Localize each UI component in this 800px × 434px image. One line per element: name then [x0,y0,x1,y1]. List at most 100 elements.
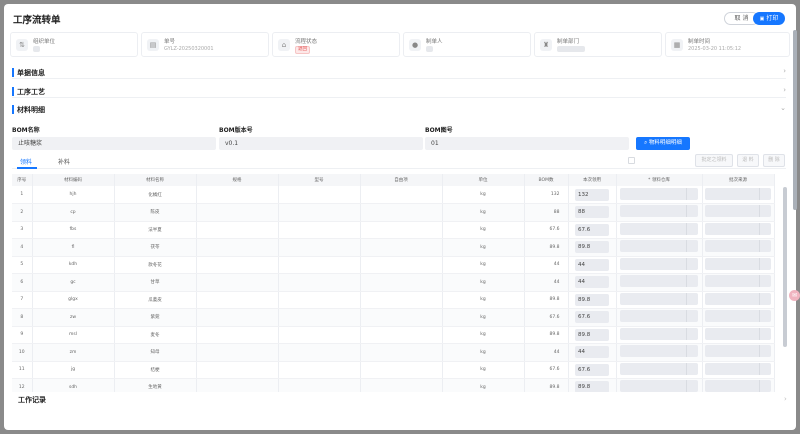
table-row[interactable]: 7 glgx 瓜蒌皮 kg 89.8 89.8 [12,291,775,309]
unit: kg [442,326,525,344]
qty-input[interactable]: 89.8 [575,293,609,306]
warehouse-select[interactable] [620,257,698,270]
warehouse-select[interactable] [620,275,698,288]
delete-button[interactable]: 删 除 [763,154,785,167]
dialog-header: 工序流转单 取 消 ▣ 打印 [4,4,796,32]
warehouse-select[interactable] [620,292,698,305]
table-row[interactable]: 12 sdh 生地黄 kg 89.8 89.8 [12,378,775,392]
material-name: 瓜蒌皮 [114,291,197,309]
section-materials[interactable]: 材料明细 ⌄ [12,103,786,116]
section-process[interactable]: 工序工艺 › [12,85,786,98]
warehouse-select[interactable] [620,222,698,235]
warehouse-select[interactable] [620,327,698,340]
bom-drawing-field[interactable]: 01 [425,137,629,150]
qty-input[interactable]: 44 [575,346,609,359]
bom-qty: 88 [524,203,569,222]
material-name: 桔梗 [114,361,197,379]
batch-select[interactable] [705,205,771,218]
warehouse-select[interactable] [620,345,698,358]
row-no: 8 [12,308,33,327]
qty-input[interactable]: 89.8 [575,241,609,254]
qty-input[interactable]: 44 [575,258,609,271]
warehouse-select[interactable] [620,205,698,218]
qty-input[interactable]: 44 [575,276,609,289]
chevron-down-icon: ⌄ [780,104,786,112]
info-label: 组织单位 [33,39,56,45]
warehouse-select[interactable] [620,310,698,323]
batch-select[interactable] [705,327,771,340]
tab-supplement[interactable]: 补料 [58,157,70,166]
qty-input[interactable]: 88 [575,206,609,219]
table-scrollbar[interactable] [783,187,787,347]
batch-select[interactable] [705,292,771,305]
bom-qty: 44 [524,273,569,292]
table-row[interactable]: 9 msl 麦冬 kg 89.8 89.8 [12,326,775,344]
qty-input[interactable]: 67.6 [575,311,609,324]
material-code: zw [32,308,115,327]
row-no: 3 [12,221,33,239]
batch-select[interactable] [705,380,771,392]
table-row[interactable]: 10 zm 知母 kg 44 44 [12,343,775,362]
qty-input[interactable]: 89.8 [575,381,609,392]
dept-icon: ♜ [540,39,552,51]
bom-name-field[interactable]: 止咳糖浆 [12,137,216,150]
info-value [557,46,585,53]
info-dept: ♜ 制单部门 [534,32,662,57]
table-row[interactable]: 3 fbs 法半夏 kg 67.6 67.6 [12,221,775,239]
select-material-button[interactable]: ⌕ 物料明细明细 [636,137,690,150]
batch-select[interactable] [705,362,771,375]
batch-requisition-button[interactable]: 批定之领料 [695,154,733,167]
warehouse-select[interactable] [620,187,698,200]
warehouse-select[interactable] [620,240,698,253]
info-label: 制单部门 [557,39,580,45]
select-checkbox[interactable] [628,157,635,164]
table-row[interactable]: 5 kdh 款冬花 kg 44 44 [12,256,775,274]
return-button[interactable]: 退 料 [737,154,759,167]
table-row[interactable]: 8 zw 紫菀 kg 67.6 67.6 [12,308,775,327]
bom-version-field[interactable]: v0.1 [219,137,423,150]
batch-select[interactable] [705,240,771,253]
row-no: 2 [12,203,33,222]
unit: kg [442,221,525,239]
table-row[interactable]: 6 gc 甘草 kg 44 44 [12,273,775,292]
section-next[interactable]: 工作记录 [18,395,46,405]
print-button[interactable]: ▣ 打印 [753,12,785,25]
unit: kg [442,343,525,362]
table-row[interactable]: 2 cp 陈皮 kg 88 88 [12,203,775,222]
batch-select[interactable] [705,345,771,358]
material-code: zm [32,343,115,362]
batch-select[interactable] [705,187,771,200]
material-tabs: 领料 补料 [12,154,786,169]
batch-select[interactable] [705,222,771,235]
row-no: 12 [12,378,33,392]
section-doc-info[interactable]: 单据信息 › [12,66,786,79]
tab-requisition[interactable]: 领料 [20,157,32,166]
user-icon: ● [409,39,421,51]
material-name: 麦冬 [114,326,197,344]
column-header: 序号 [12,174,33,186]
qty-input[interactable]: 67.6 [575,223,609,236]
qty-input[interactable]: 132 [575,188,609,201]
qty-input[interactable]: 67.6 [575,363,609,376]
table-row[interactable]: 4 fl 茯苓 kg 89.8 89.8 [12,238,775,257]
float-assistant-icon[interactable]: ✉ [789,290,800,301]
material-name: 法半夏 [114,221,197,239]
unit: kg [442,203,525,222]
unit: kg [442,273,525,292]
batch-select[interactable] [705,275,771,288]
column-header: 规格 [196,174,279,186]
batch-select[interactable] [705,257,771,270]
doc-icon: ▤ [147,39,159,51]
table-row[interactable]: 1 hjh 化橘红 kg 132 132 [12,186,775,204]
row-no: 11 [12,361,33,379]
section-title: 工序工艺 [17,88,45,96]
qty-input[interactable]: 89.8 [575,328,609,341]
batch-select[interactable] [705,310,771,323]
warehouse-select[interactable] [620,362,698,375]
table-row[interactable]: 11 jg 桔梗 kg 67.6 67.6 [12,361,775,379]
info-label: 制单时间 [688,39,711,45]
dialog-scrollbar[interactable] [793,30,797,210]
warehouse-select[interactable] [620,380,698,392]
unit: kg [442,308,525,327]
row-no: 1 [12,186,33,204]
